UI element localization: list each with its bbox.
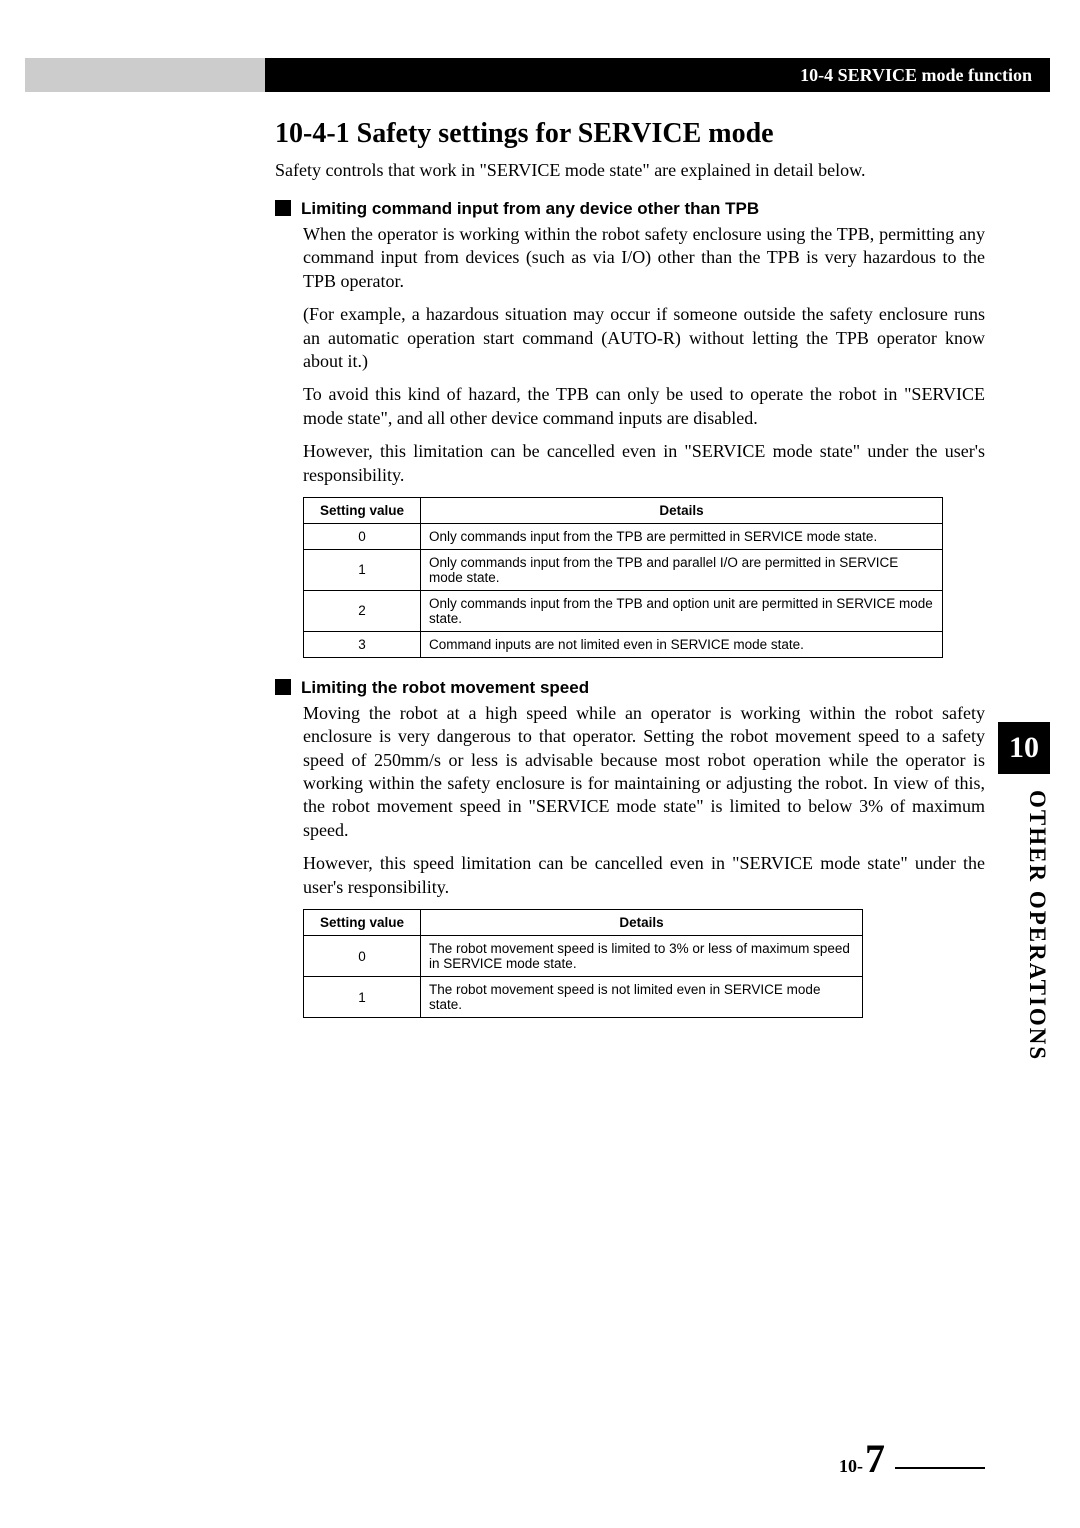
table-row: 1 Only commands input from the TPB and p… [304,549,943,590]
intro-text: Safety controls that work in "SERVICE mo… [275,160,985,181]
cell-details: The robot movement speed is not limited … [421,977,863,1018]
table-row: 0 Only commands input from the TPB are p… [304,523,943,549]
cell-value: 2 [304,590,421,631]
section1-heading-text: Limiting command input from any device o… [301,199,759,218]
page-prefix: 10- [839,1456,863,1477]
section2-p1: Moving the robot at a high speed while a… [303,702,985,842]
square-bullet-icon [275,200,291,216]
cell-details: Only commands input from the TPB and opt… [421,590,943,631]
table-row: 1 The robot movement speed is not limite… [304,977,863,1018]
page-title: 10-4-1 Safety settings for SERVICE mode [275,118,985,150]
col-details: Details [421,910,863,936]
table-header-row: Setting value Details [304,497,943,523]
section1-heading: Limiting command input from any device o… [275,199,985,219]
section2-heading-text: Limiting the robot movement speed [301,678,589,697]
table-row: 3 Command inputs are not limited even in… [304,631,943,657]
header-section-label: 10-4 SERVICE mode function [265,58,1050,92]
col-details: Details [421,497,943,523]
section2-p2: However, this speed limitation can be ca… [303,852,985,899]
main-content: 10-4-1 Safety settings for SERVICE mode … [275,118,985,1038]
cell-details: Only commands input from the TPB and par… [421,549,943,590]
cell-details: Only commands input from the TPB are per… [421,523,943,549]
section1-table: Setting value Details 0 Only commands in… [303,497,943,658]
header-left-block [25,58,265,92]
section1-p4: However, this limitation can be cancelle… [303,440,985,487]
section1-p2: (For example, a hazardous situation may … [303,303,985,373]
square-bullet-icon [275,679,291,695]
table-header-row: Setting value Details [304,910,863,936]
section1-p1: When the operator is working within the … [303,223,985,293]
cell-value: 0 [304,523,421,549]
col-setting-value: Setting value [304,497,421,523]
page-footer: 10- 7 [839,1435,985,1482]
footer-line-icon [895,1467,985,1469]
section1-p3: To avoid this kind of hazard, the TPB ca… [303,383,985,430]
page-header: 10-4 SERVICE mode function [25,58,1050,92]
cell-value: 1 [304,549,421,590]
col-setting-value: Setting value [304,910,421,936]
cell-details: The robot movement speed is limited to 3… [421,936,863,977]
chapter-tab: 10 [998,722,1050,774]
chapter-label: OTHER OPERATIONS [998,790,1050,1061]
cell-value: 3 [304,631,421,657]
cell-value: 0 [304,936,421,977]
page-number: 7 [865,1435,885,1482]
cell-details: Command inputs are not limited even in S… [421,631,943,657]
section2-table: Setting value Details 0 The robot moveme… [303,909,863,1018]
section2-heading: Limiting the robot movement speed [275,678,985,698]
table-row: 0 The robot movement speed is limited to… [304,936,863,977]
cell-value: 1 [304,977,421,1018]
table-row: 2 Only commands input from the TPB and o… [304,590,943,631]
